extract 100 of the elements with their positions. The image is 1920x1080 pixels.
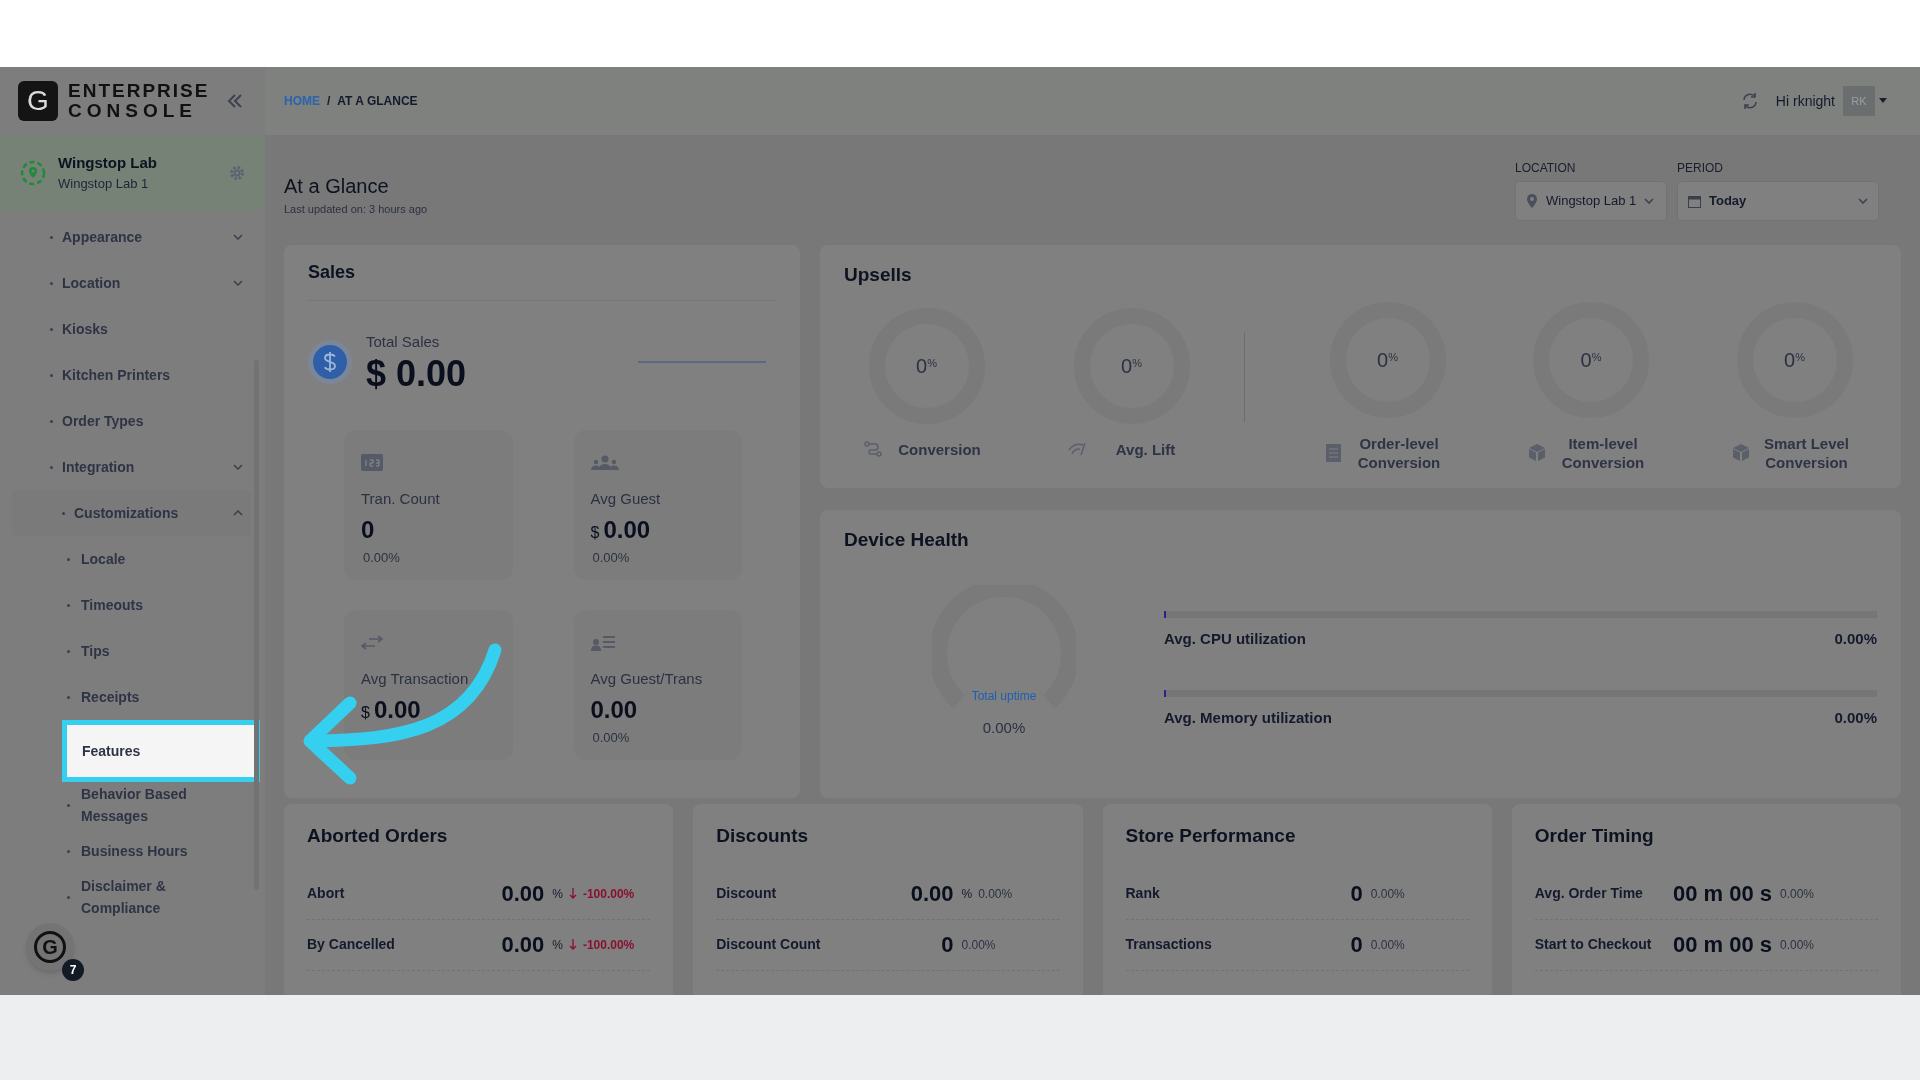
row-value: 0.00 <box>501 931 545 959</box>
sidebar-item[interactable]: Timeouts <box>0 582 251 628</box>
dollar-icon <box>308 340 352 385</box>
filter-dropdown[interactable]: Today <box>1677 181 1879 221</box>
unit-label: % <box>552 936 563 954</box>
chevron-down-icon[interactable] <box>1858 198 1868 204</box>
uptime-value: 0.00% <box>982 717 1026 738</box>
unit-label: % <box>961 885 973 903</box>
change-value: 0.00% <box>1370 936 1405 954</box>
utilization-label: Avg. CPU utilization <box>1164 628 1306 649</box>
card-title: Store Performance <box>1125 824 1297 848</box>
sidebar-item[interactable]: Kiosks <box>0 306 251 352</box>
notification-count: 7 <box>62 959 84 981</box>
row-label: Transactions <box>1125 935 1212 954</box>
sidebar-item[interactable]: Receipts <box>0 674 251 720</box>
store-subtitle: Wingstop Lab 1 <box>58 175 150 193</box>
cube-icon <box>1732 444 1749 461</box>
percent-donut: 0$^{%}$ <box>1073 307 1190 424</box>
metric-label: Avg Transaction <box>361 668 470 689</box>
route-icon <box>863 441 882 457</box>
page-title: At a Glance <box>284 174 390 199</box>
metric-value: 0 <box>361 515 375 545</box>
chevron-down-icon[interactable] <box>233 234 243 240</box>
metric-value: 0.00 <box>590 695 638 725</box>
change-value: 0.00% <box>1780 885 1815 903</box>
utilization-value: 0.00% <box>1834 708 1877 728</box>
card-title: Sales <box>308 259 776 301</box>
sidebar-item[interactable]: Kitchen Printers <box>0 352 251 398</box>
sidebar-item[interactable]: Integration <box>0 444 251 490</box>
row-label: By Cancelled <box>307 935 395 954</box>
metric-change: 0.00% <box>591 729 631 747</box>
swap-arrows-icon <box>361 634 383 651</box>
chevron-down-icon[interactable] <box>1644 198 1655 204</box>
change-value: 0.00% <box>978 885 1013 903</box>
filter-dropdown[interactable]: Wingstop Lab 1 <box>1515 181 1667 221</box>
down-arrow-icon <box>568 888 577 899</box>
breadcrumb-separator: / <box>327 93 331 110</box>
row-label: Discount <box>716 884 777 903</box>
metric-label: Avg Guest <box>590 488 662 509</box>
row-value: 0 <box>1350 880 1363 908</box>
row-label: Rank <box>1125 884 1160 903</box>
row-value: 00 m 00 s <box>1672 880 1772 908</box>
down-arrow-icon <box>568 939 577 950</box>
upsell-label: Smart Level Conversion <box>1762 433 1850 472</box>
settings-icon[interactable] <box>229 164 245 181</box>
row-label: Abort <box>307 884 345 903</box>
row-value: 0.00 <box>501 880 545 908</box>
total-sales-label: Total Sales <box>366 332 441 352</box>
sidebar-item[interactable]: Location <box>0 260 251 306</box>
row-label: Avg. Order Time <box>1534 884 1643 903</box>
sidebar-item[interactable]: Order Types <box>0 398 251 444</box>
chevron-down-icon[interactable] <box>233 280 243 286</box>
breadcrumb-link[interactable]: HOME <box>284 92 320 110</box>
user-greeting: Hi rknight <box>1775 91 1835 111</box>
percent-donut: 0$^{%}$ <box>1533 301 1649 418</box>
calendar-icon <box>1688 194 1701 208</box>
metric-value: 0.00 <box>603 515 651 545</box>
signal-icon <box>1067 442 1088 456</box>
upsell-label: Item-level Conversion <box>1560 433 1646 472</box>
total-sales-value: $ 0.00 <box>366 353 467 394</box>
change-value: 0.00% <box>961 936 996 954</box>
upsell-label: Avg. Lift <box>1114 439 1177 459</box>
sidebar-item[interactable]: Behavior Based Messages <box>0 782 251 828</box>
chevron-up-icon[interactable] <box>233 510 243 516</box>
sidebar-item[interactable]: Customizations <box>12 490 251 536</box>
card-title: Discounts <box>716 824 810 848</box>
store-panel[interactable]: Wingstop Lab Wingstop Lab 1 <box>0 135 265 210</box>
sidebar-item[interactable]: Tips <box>0 628 251 674</box>
location-pin-icon <box>1526 194 1538 208</box>
sidebar-item[interactable]: Appearance <box>0 214 251 260</box>
chevron-down-icon[interactable] <box>233 464 243 470</box>
metric-change: 0.00% <box>591 549 631 567</box>
percent-donut: 0$^{%}$ <box>868 307 985 424</box>
filter-label: LOCATION <box>1515 160 1577 177</box>
cube-icon <box>1529 444 1545 461</box>
card-title: Device Health <box>844 529 969 550</box>
card-title: Aborted Orders <box>307 824 449 848</box>
collapse-sidebar-icon[interactable] <box>226 92 244 110</box>
currency-symbol: $ <box>590 523 600 543</box>
list-icon <box>1326 443 1341 462</box>
utilization-label: Avg. Memory utilization <box>1164 708 1332 728</box>
sidebar-item[interactable]: Business Hours <box>0 828 251 874</box>
sidebar-item[interactable]: Features <box>62 720 260 782</box>
breadcrumb-current: AT A GLANCE <box>337 93 418 110</box>
row-label: Start to Checkout <box>1534 935 1652 954</box>
sidebar-item[interactable]: Locale <box>0 536 251 582</box>
brand-name: ENTERPRISE <box>68 81 210 101</box>
row-value: 0.00 <box>910 880 954 908</box>
row-label: Discount Count <box>716 935 821 954</box>
logo-icon: G <box>18 81 58 121</box>
caret-icon[interactable] <box>1879 98 1887 104</box>
metric-label: Avg Guest/Trans <box>590 668 704 689</box>
row-value: 0 <box>1350 931 1363 959</box>
store-name: Wingstop Lab <box>58 152 158 173</box>
card-title: Upsells <box>844 264 912 285</box>
sidebar-item[interactable]: Disclaimer & Compliance <box>0 874 251 920</box>
utilization-value: 0.00% <box>1834 628 1877 649</box>
uptime-label: Total uptime <box>971 687 1037 705</box>
upsell-label: Conversion <box>897 439 982 459</box>
row-value: 0 <box>941 931 954 959</box>
